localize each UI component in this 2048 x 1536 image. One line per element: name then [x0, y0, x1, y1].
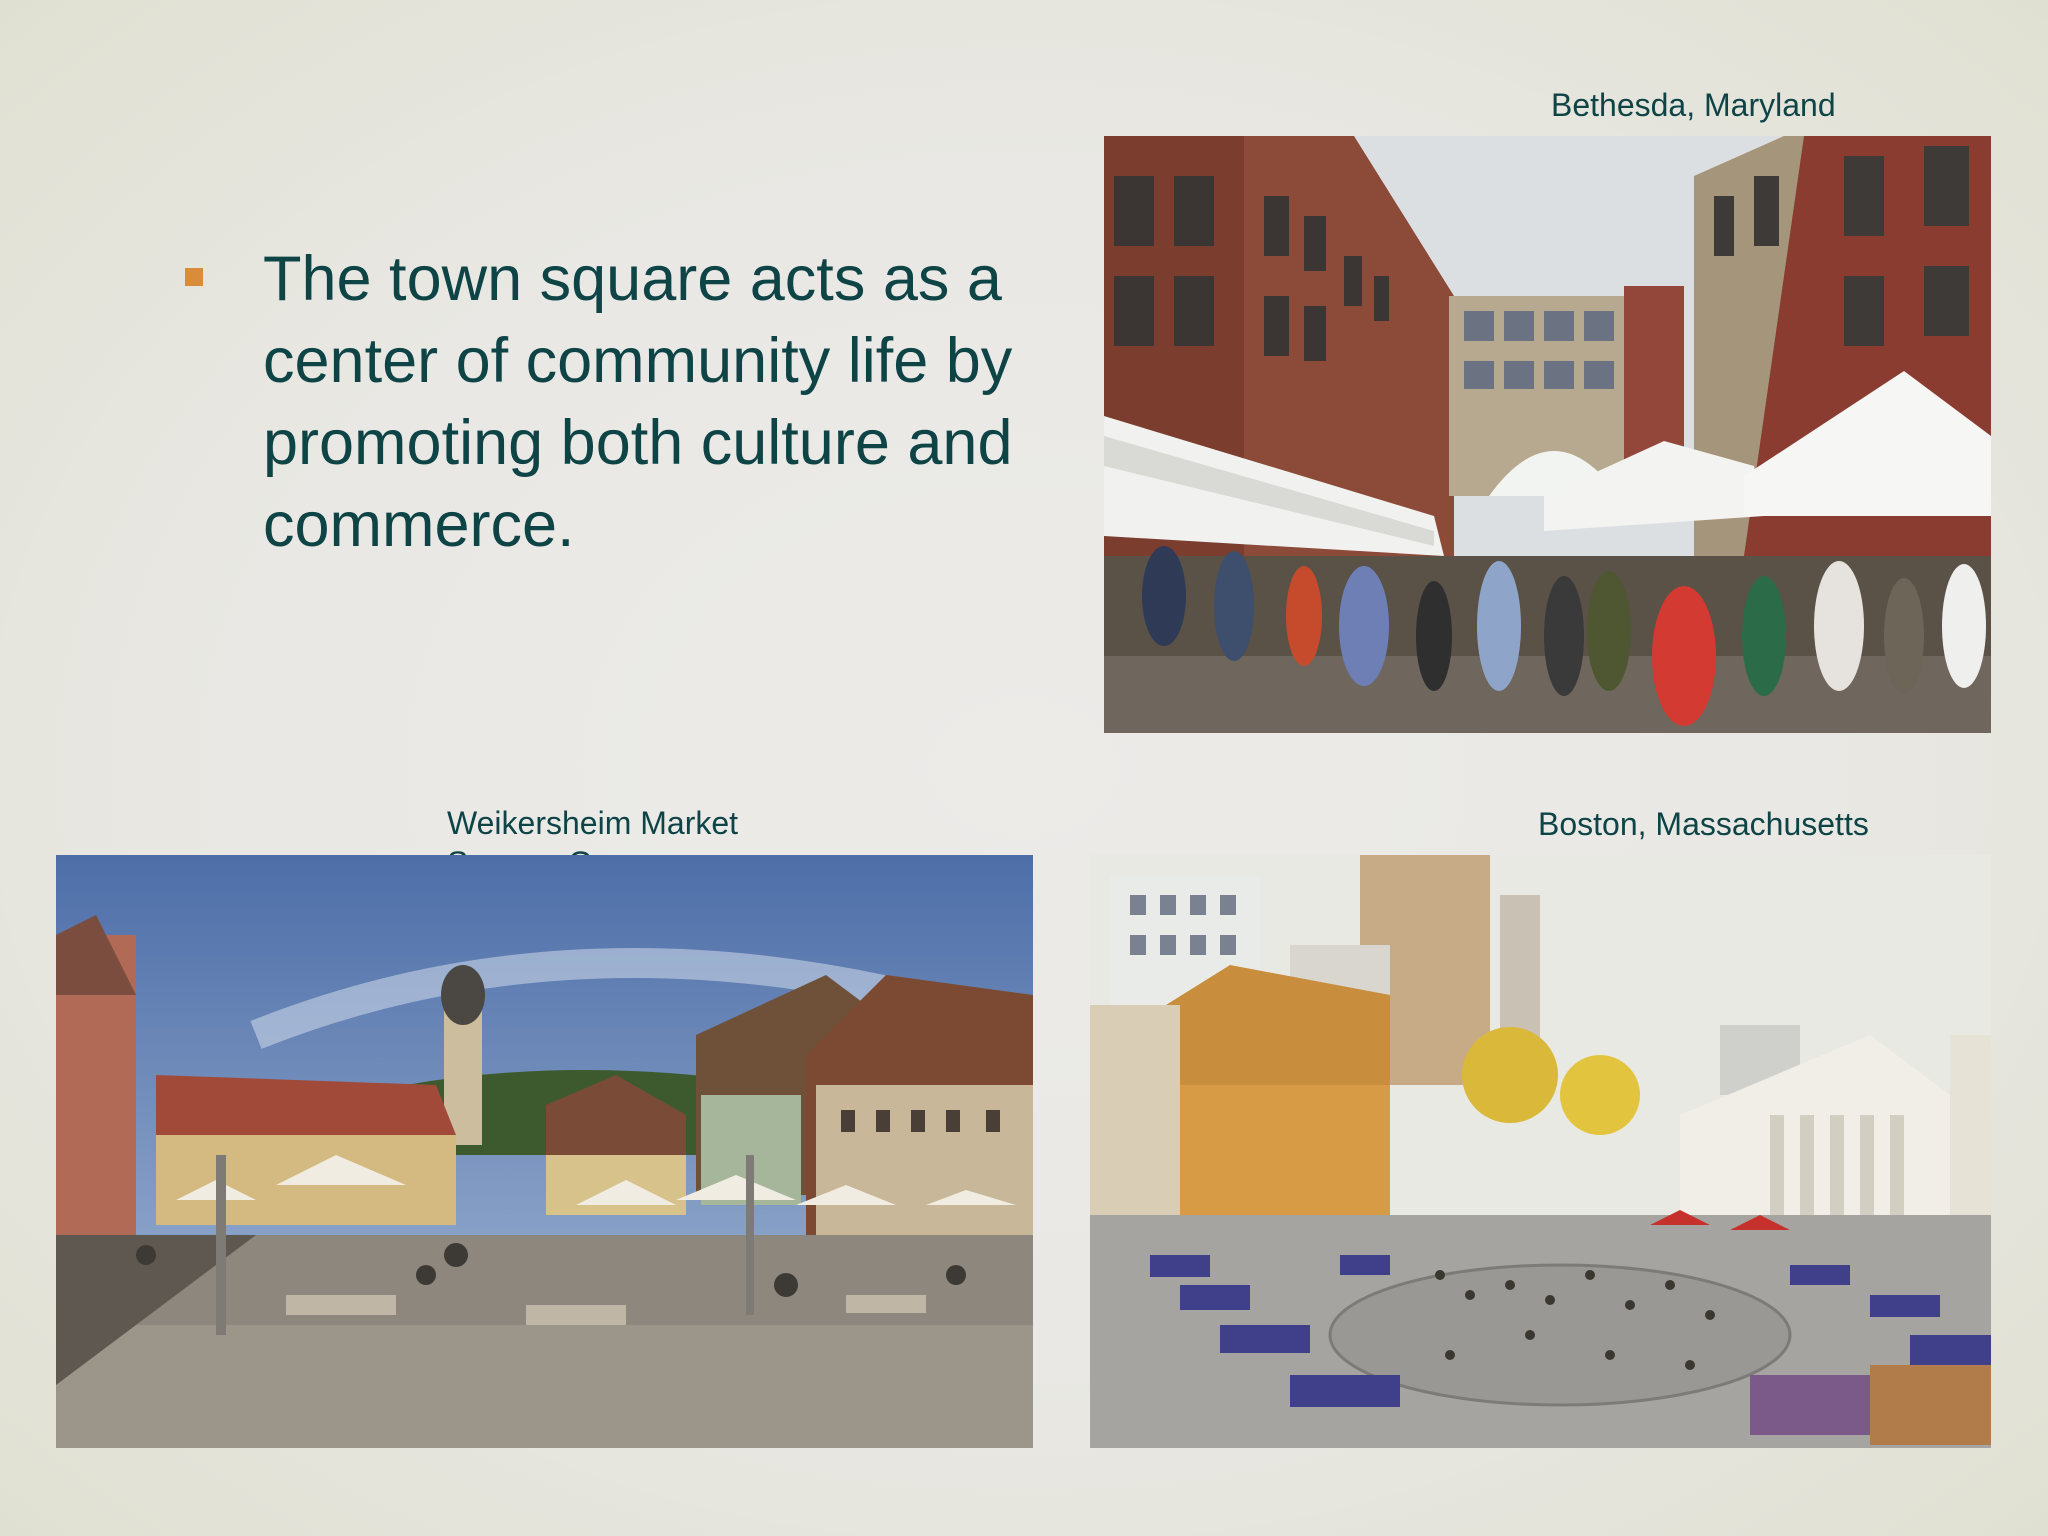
photo-weikersheim-market-square: [56, 855, 1033, 1448]
photo-bethesda-street-market: [1104, 136, 1991, 733]
photo-boston-quincy-market: [1090, 855, 1991, 1448]
slide: The town square acts as a center of comm…: [0, 0, 2048, 1536]
square-bullet-icon: [185, 268, 203, 286]
bullet-text: The town square acts as a center of comm…: [263, 244, 1013, 560]
caption-boston: Boston, Massachusetts: [1538, 806, 1869, 842]
caption-bethesda: Bethesda, Maryland: [1551, 87, 1836, 123]
